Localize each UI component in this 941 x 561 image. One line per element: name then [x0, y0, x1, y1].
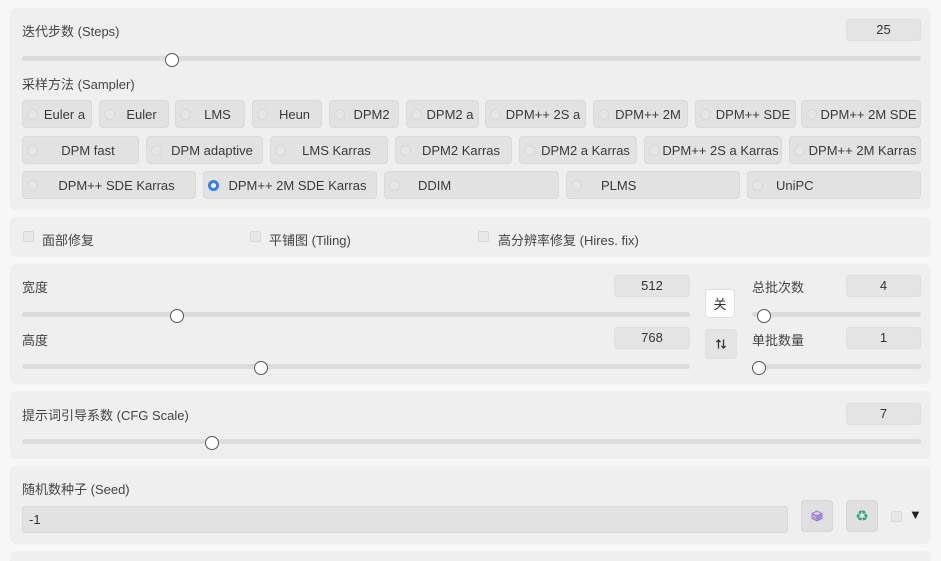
hires-fix-label: 高分辨率修复 (Hires. fix) — [498, 233, 639, 248]
sampler-option-euler[interactable]: Euler — [99, 100, 169, 128]
face-restore-label: 面部修复 — [42, 233, 95, 248]
batch-count-slider-thumb[interactable] — [757, 309, 771, 323]
sampler-option-dpmpp-2m-karras[interactable]: DPM++ 2M Karras — [789, 136, 921, 164]
sampler-option-dpm2-karras[interactable]: DPM2 Karras — [395, 136, 512, 164]
height-label: 高度 — [22, 333, 49, 348]
sampler-option-dpm2-a-karras[interactable]: DPM2 a Karras — [519, 136, 637, 164]
sampler-option-ddim[interactable]: DDIM — [384, 171, 559, 199]
extra-seed-checkbox[interactable] — [891, 511, 902, 522]
aspect-lock-button[interactable]: 关 — [705, 289, 735, 318]
sampler-option-dpmpp-2s-a[interactable]: DPM++ 2S a — [485, 100, 586, 128]
radio-icon — [27, 179, 38, 191]
cfg-panel — [10, 391, 931, 459]
radio-icon — [649, 144, 660, 156]
steps-number-input[interactable]: 25 — [846, 19, 921, 41]
width-slider-thumb[interactable] — [170, 309, 184, 323]
radio-icon — [27, 108, 38, 120]
triangle-down-icon[interactable]: ▼ — [909, 508, 922, 521]
radio-icon — [571, 179, 582, 191]
next-panel — [10, 551, 931, 561]
tiling-checkbox[interactable] — [250, 231, 261, 242]
reuse-seed-button[interactable]: ♻ — [846, 500, 878, 532]
radio-icon — [180, 108, 191, 120]
sampler-option-dpmpp-2m-sde-karras[interactable]: DPM++ 2M SDE Karras — [203, 171, 377, 199]
width-slider-track[interactable] — [22, 312, 690, 317]
sampler-option-euler-a[interactable]: Euler a — [22, 100, 92, 128]
hires-fix-checkbox[interactable] — [478, 231, 489, 242]
face-restore-checkbox[interactable] — [23, 231, 34, 242]
radio-icon — [389, 179, 400, 191]
sampler-option-heun[interactable]: Heun — [252, 100, 322, 128]
cfg-slider-thumb[interactable] — [205, 436, 219, 450]
radio-icon — [27, 144, 38, 156]
radio-icon — [275, 144, 286, 156]
random-seed-button[interactable] — [801, 500, 833, 532]
sampler-option-dpmpp-sde[interactable]: DPM++ SDE — [695, 100, 796, 128]
steps-label: 迭代步数 (Steps) — [22, 24, 120, 39]
batch-count-input[interactable]: 4 — [846, 275, 921, 297]
swap-vertical-icon — [716, 339, 726, 349]
radio-icon — [257, 108, 268, 120]
radio-icon — [598, 108, 609, 120]
batch-size-slider-thumb[interactable] — [752, 361, 766, 375]
batch-size-input[interactable]: 1 — [846, 327, 921, 349]
width-label: 宽度 — [22, 280, 49, 295]
cfg-slider-track[interactable] — [22, 439, 921, 444]
radio-icon — [700, 108, 711, 120]
sampler-option-dpmpp-sde-karras[interactable]: DPM++ SDE Karras — [22, 171, 196, 199]
radio-icon — [752, 179, 763, 191]
steps-slider-track[interactable] — [22, 56, 921, 61]
cfg-number-input[interactable]: 7 — [846, 403, 921, 425]
options-panel — [10, 217, 931, 257]
sampler-label: 采样方法 (Sampler) — [22, 77, 135, 92]
radio-icon — [151, 144, 162, 156]
tiling-label: 平铺图 (Tiling) — [269, 233, 351, 248]
seed-input[interactable]: -1 — [22, 506, 788, 533]
radio-selected-icon — [208, 179, 219, 191]
cfg-label: 提示词引导系数 (CFG Scale) — [22, 408, 189, 423]
sampler-option-dpmpp-2s-a-karras[interactable]: DPM++ 2S a Karras — [644, 136, 782, 164]
radio-icon — [400, 144, 411, 156]
radio-icon — [794, 144, 805, 156]
batch-count-slider-track[interactable] — [752, 312, 921, 317]
radio-icon — [806, 108, 817, 120]
recycle-icon: ♻ — [855, 507, 869, 525]
swap-dimensions-button[interactable] — [705, 329, 737, 359]
sampler-option-dpm2-a[interactable]: DPM2 a — [406, 100, 479, 128]
radio-icon — [334, 108, 345, 120]
radio-icon — [411, 108, 422, 120]
sampler-option-plms[interactable]: PLMS — [566, 171, 740, 199]
dice-icon — [811, 510, 823, 522]
height-number-input[interactable]: 768 — [614, 327, 690, 349]
seed-label: 随机数种子 (Seed) — [22, 482, 130, 497]
height-slider-track[interactable] — [22, 364, 690, 369]
sampler-option-unipc[interactable]: UniPC — [747, 171, 921, 199]
batch-size-label: 单批数量 — [752, 333, 805, 348]
radio-icon — [104, 108, 115, 120]
sampler-option-dpm-fast[interactable]: DPM fast — [22, 136, 139, 164]
radio-icon — [524, 144, 535, 156]
batch-count-label: 总批次数 — [752, 280, 805, 295]
steps-slider-thumb[interactable] — [165, 53, 179, 67]
sampler-option-dpm-adaptive[interactable]: DPM adaptive — [146, 136, 263, 164]
batch-size-slider-track[interactable] — [752, 364, 921, 369]
sampler-option-lms[interactable]: LMS — [175, 100, 245, 128]
height-slider-thumb[interactable] — [254, 361, 268, 375]
sampler-option-dpmpp-2m[interactable]: DPM++ 2M — [593, 100, 688, 128]
sampler-option-dpm2[interactable]: DPM2 — [329, 100, 399, 128]
sampler-option-lms-karras[interactable]: LMS Karras — [270, 136, 388, 164]
radio-icon — [490, 108, 501, 120]
sampler-option-dpmpp-2m-sde[interactable]: DPM++ 2M SDE — [801, 100, 921, 128]
width-number-input[interactable]: 512 — [614, 275, 690, 297]
